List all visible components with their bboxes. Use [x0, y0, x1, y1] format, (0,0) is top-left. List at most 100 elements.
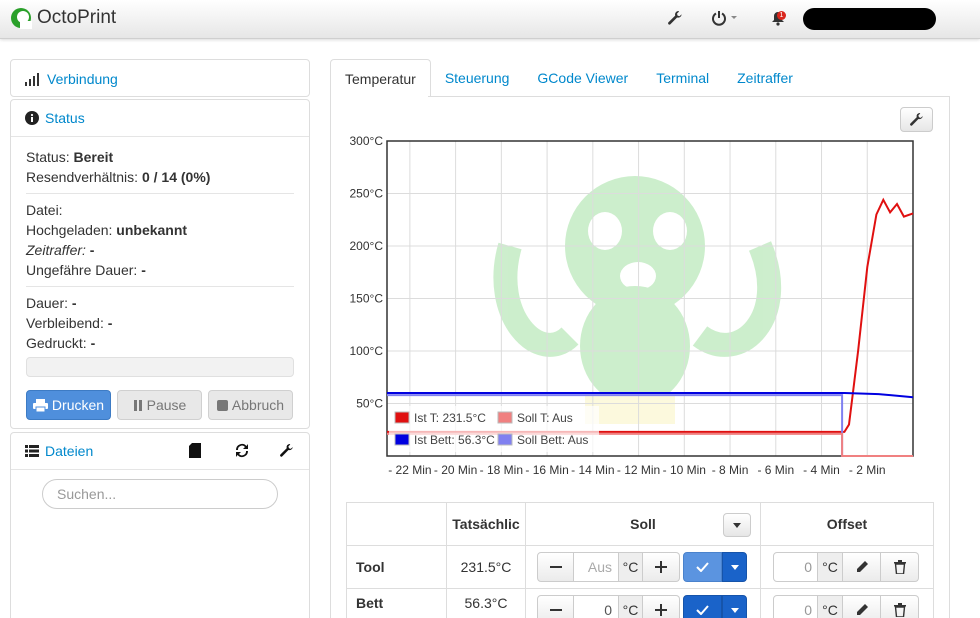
remaining-line: Verbleibend: - — [26, 315, 113, 331]
top-navbar: OctoPrint 1 — [0, 0, 980, 39]
increase-button[interactable] — [643, 595, 680, 618]
check-icon — [696, 562, 709, 572]
table-row: Bett 56.3°C 0 °C 0 °C — [346, 588, 934, 618]
resend-line: Resendverhältnis: 0 / 14 (0%) — [26, 169, 211, 185]
connection-title[interactable]: Verbindung — [47, 71, 118, 87]
row-actual: 56.3°C — [446, 588, 526, 618]
x-tick-label: - 6 Min — [757, 463, 794, 477]
target-dropdown-button[interactable] — [723, 513, 751, 537]
notification-badge: 1 — [777, 11, 786, 20]
target-controls: Aus °C — [525, 545, 761, 589]
offset-input[interactable]: 0 — [773, 595, 818, 618]
redacted-username[interactable] — [803, 8, 936, 30]
cancel-button[interactable]: Abbruch — [208, 390, 293, 420]
signal-icon — [25, 72, 39, 86]
trash-icon — [893, 560, 906, 574]
plus-icon — [655, 561, 667, 573]
edit-offset-button[interactable] — [843, 552, 881, 582]
offset-controls: 0 °C — [760, 588, 934, 618]
file-line: Datei: — [26, 202, 63, 218]
y-tick-label: 150°C — [350, 292, 384, 306]
header-offset: Offset — [760, 502, 934, 546]
pause-button[interactable]: Pause — [117, 390, 202, 420]
status-title[interactable]: Status — [45, 110, 85, 126]
tab-temperatur[interactable]: Temperatur — [330, 59, 431, 97]
file-search-input[interactable] — [42, 479, 278, 509]
watermark-shape — [620, 262, 656, 290]
x-tick-label: - 12 Min — [617, 463, 660, 477]
row-name: Bett — [346, 588, 447, 618]
power-icon[interactable] — [711, 10, 739, 31]
watermark-shape — [653, 212, 687, 250]
y-tick-label: 100°C — [350, 344, 384, 358]
unit-label: °C — [818, 595, 843, 618]
x-tick-label: - 16 Min — [525, 463, 568, 477]
legend-label: Ist T: 231.5°C — [414, 411, 486, 425]
watermark-shape — [580, 286, 690, 406]
brand-name: OctoPrint — [37, 7, 117, 28]
tab-gcode-viewer[interactable]: GCode Viewer — [523, 59, 642, 97]
files-header[interactable]: Dateien — [11, 433, 309, 470]
unit-label: °C — [618, 552, 643, 582]
x-tick-label: - 10 Min — [663, 463, 706, 477]
status-panel: Status Status: Bereit Resendverhältnis: … — [10, 99, 310, 429]
print-icon — [32, 398, 48, 412]
delete-offset-button[interactable] — [881, 595, 919, 618]
divider — [26, 193, 294, 194]
refresh-icon[interactable] — [234, 443, 250, 461]
apply-target-button[interactable] — [683, 595, 722, 618]
brand[interactable]: OctoPrint — [10, 7, 116, 29]
legend-label: Ist Bett: 56.3°C — [414, 433, 495, 447]
x-tick-label: - 14 Min — [571, 463, 614, 477]
target-preset-dropdown[interactable] — [722, 595, 747, 618]
decrease-button[interactable] — [537, 552, 574, 582]
print-button[interactable]: Drucken — [26, 390, 111, 420]
octoprint-logo-icon — [11, 8, 32, 29]
connection-header[interactable]: Verbindung — [11, 60, 309, 97]
x-tick-label: - 2 Min — [849, 463, 886, 477]
pencil-icon — [856, 604, 868, 615]
target-controls: 0 °C — [525, 588, 761, 618]
status-header[interactable]: Status — [11, 100, 309, 137]
increase-button[interactable] — [643, 552, 680, 582]
print-progress-bar — [26, 357, 294, 377]
target-input[interactable]: Aus — [574, 552, 618, 582]
pencil-icon — [856, 561, 868, 572]
y-tick-label: 200°C — [350, 239, 384, 253]
apply-target-button[interactable] — [683, 552, 722, 582]
temperature-graph: 300°C250°C200°C150°C100°C50°C- 22 Min - 2… — [350, 136, 914, 477]
legend-swatch — [394, 411, 410, 424]
tab-zeitraffer[interactable]: Zeitraffer — [723, 59, 807, 97]
decrease-button[interactable] — [537, 595, 574, 618]
sd-card-icon[interactable] — [189, 443, 201, 461]
header-blank — [346, 502, 447, 546]
legend-swatch — [394, 433, 410, 446]
info-icon — [25, 111, 39, 125]
header-target: Soll — [525, 502, 761, 546]
y-tick-label: 50°C — [356, 397, 383, 411]
x-tick-label: - 4 Min — [803, 463, 840, 477]
tab-terminal[interactable]: Terminal — [642, 59, 723, 97]
edit-offset-button[interactable] — [843, 595, 881, 618]
printed-line: Gedruckt: - — [26, 335, 96, 351]
graph-settings-button[interactable] — [900, 107, 933, 132]
status-line: Status: Bereit — [26, 149, 114, 165]
files-title[interactable]: Dateien — [45, 443, 93, 459]
connection-panel: Verbindung — [10, 59, 310, 97]
main-tabs: Temperatur Steuerung GCode Viewer Termin… — [330, 59, 807, 97]
x-tick-label: - 22 Min — [388, 463, 431, 477]
legend-swatch — [497, 411, 513, 424]
files-panel: Dateien — [10, 432, 310, 618]
tab-steuerung[interactable]: Steuerung — [431, 59, 524, 97]
x-tick-label: - 18 Min — [480, 463, 523, 477]
wrench-icon[interactable] — [279, 443, 294, 461]
check-icon — [696, 605, 709, 615]
timelapse-line: Zeitraffer: - — [26, 242, 95, 258]
offset-input[interactable]: 0 — [773, 552, 818, 582]
delete-offset-button[interactable] — [881, 552, 919, 582]
unit-label: °C — [818, 552, 843, 582]
target-preset-dropdown[interactable] — [722, 552, 747, 582]
wrench-icon[interactable] — [667, 10, 683, 31]
minus-icon — [549, 609, 562, 611]
target-input[interactable]: 0 — [574, 595, 618, 618]
